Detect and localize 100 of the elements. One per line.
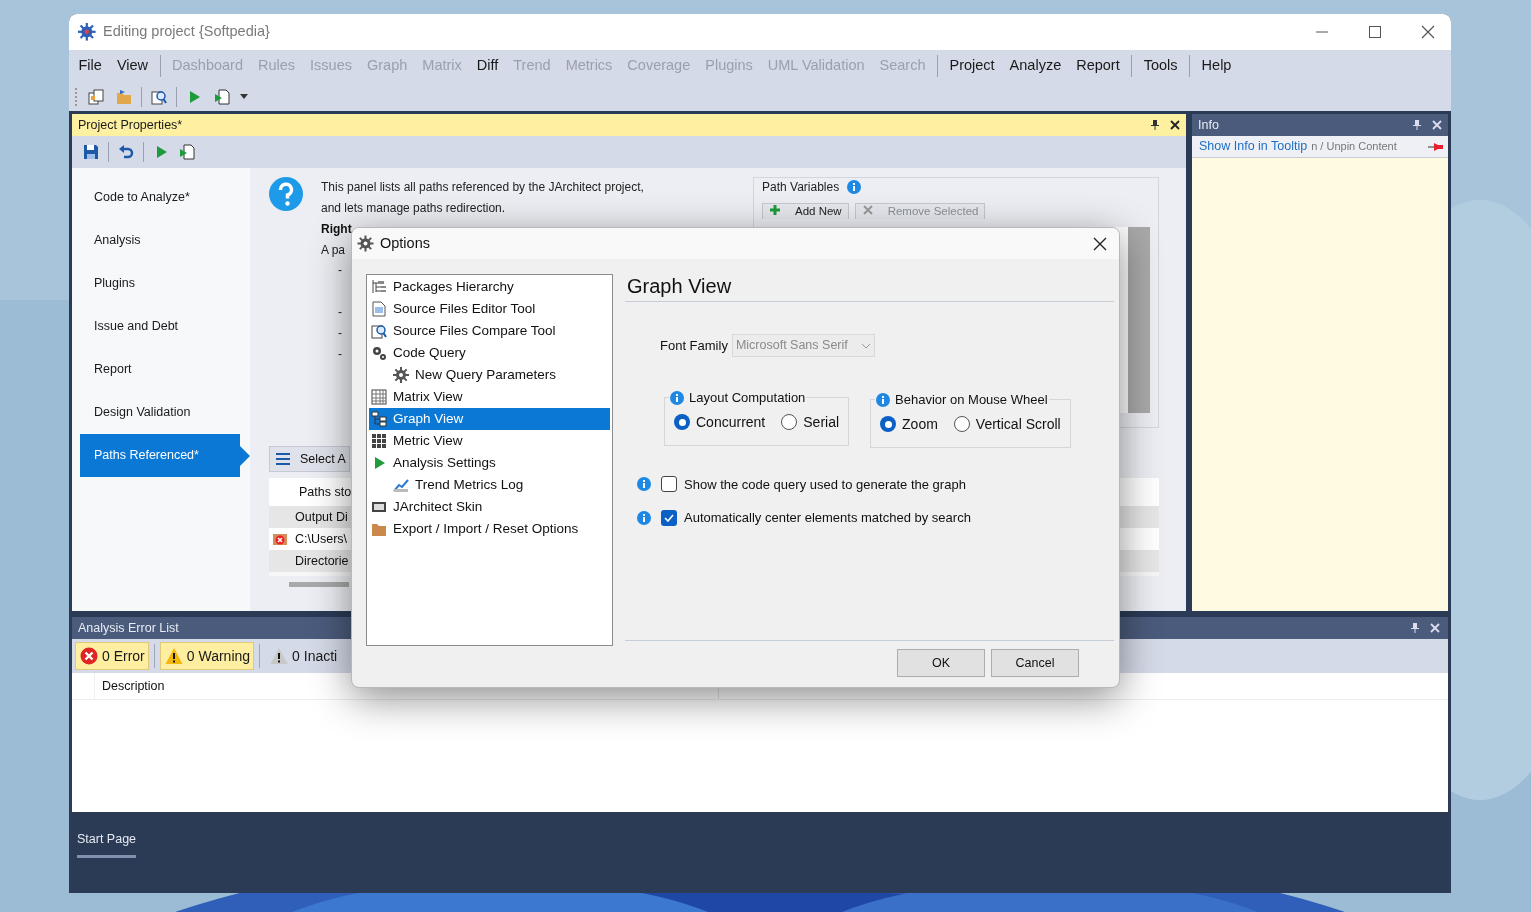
group-row-label: Directorie [295,552,349,570]
menu-item[interactable]: Report [1068,55,1128,77]
gear-icon [393,367,409,383]
checkbox-option[interactable]: Automatically center elements matched by search [661,508,971,528]
dialog-button[interactable]: Cancel [991,649,1079,677]
save-icon[interactable] [82,143,100,161]
pin-icon[interactable] [1410,623,1420,633]
remove-icon [861,204,874,216]
tree-item[interactable]: Analysis Settings [369,452,610,474]
group-title: Behavior on Mouse Wheel [895,391,1048,409]
checkbox[interactable] [661,509,677,526]
chevron-icon [860,342,871,349]
tree-item[interactable]: Trend Metrics Log [369,474,610,496]
checkbox[interactable] [661,476,677,493]
panel-heading: Graph View [627,274,732,298]
description-text: and lets manage paths redirection. [321,200,507,217]
menu-item[interactable]: Tools [1136,55,1186,77]
nav-item[interactable]: Analysis [72,219,250,262]
graph-icon [371,411,387,427]
nav-item[interactable]: Report [72,348,250,391]
info-icon [876,392,891,407]
panel-title: Analysis Error List [78,619,180,637]
radio-option[interactable]: Zoom [880,413,938,435]
nav-item[interactable]: Paths Referenced* [80,434,240,477]
tree-item[interactable]: JArchitect Skin [369,496,610,518]
add-icon [769,204,781,216]
filter-button[interactable]: 0 Error [75,642,149,670]
gears-icon [371,345,387,361]
app-gear-icon [78,23,96,41]
menu-item[interactable]: View [109,55,156,77]
radio-option[interactable]: Vertical Scroll [953,413,1061,435]
tree-item[interactable]: Metric View [369,430,610,452]
close-icon[interactable] [1170,120,1180,130]
list-dash: - [337,325,342,342]
info-icon [847,180,862,194]
magnifier-icon [371,323,387,339]
window-icon [371,499,387,515]
filter-button[interactable]: 0 Inacti [265,642,342,670]
description-text: A pa [321,242,346,259]
radio-option[interactable]: Concurrent [674,411,766,433]
warning-icon [164,647,183,665]
pushpin-icon[interactable] [1428,140,1444,153]
tree-item[interactable]: Source Files Compare Tool [369,320,610,342]
info-icon [637,510,651,525]
close-icon[interactable] [1093,236,1107,251]
menu-item[interactable]: Analyze [1002,55,1069,77]
scrollbar[interactable] [289,582,349,587]
check-icon [664,513,674,522]
instruction-text: Right [321,221,352,238]
document-tab[interactable]: Start Page [77,830,137,858]
path-cell-text: C:\Users\ [295,530,348,548]
document-icon [371,301,387,317]
tree-icon [371,279,387,295]
scrollbar[interactable] [1128,227,1150,413]
error-folder-icon [272,531,288,547]
menu-item[interactable]: Help [1194,55,1239,77]
grid-icon [371,433,387,449]
toolbar-button[interactable]: Add New [762,203,849,219]
pin-icon[interactable] [1150,120,1160,130]
list-dash: - [337,346,342,363]
panel-title: Project Properties* [78,116,184,134]
tooltip-link[interactable]: Show Info in Tooltip [1199,137,1308,156]
tree-item[interactable]: Matrix View [369,386,610,408]
info-icon [670,390,684,405]
group-title: Layout Computation [689,389,806,407]
list-dash: - [337,304,342,321]
menu-item[interactable]: Project [941,55,1003,77]
tree-item[interactable]: Export / Import / Reset Options [369,518,610,540]
tree-item[interactable]: Packages Hierarchy [369,276,610,298]
radio-button[interactable] [674,414,690,430]
dialog-button[interactable]: OK [897,649,985,677]
radio-button[interactable] [880,416,897,432]
field-label: Font Family [660,336,728,355]
description-text: This panel lists all paths referenced by the JArchitect project, [321,179,645,196]
error-icon [80,647,98,665]
checkbox-option[interactable]: Show the code query used to generate the graph [661,474,966,494]
tree-item[interactable]: Graph View [369,408,610,430]
menu-item[interactable]: File [71,55,110,77]
tree-item[interactable]: Code Query [369,342,610,364]
menu-icon [276,453,290,465]
tree-item[interactable]: New Query Parameters [369,364,610,386]
menu-item[interactable]: Diff [469,55,506,77]
radio-option[interactable]: Serial [781,411,840,433]
radio-button[interactable] [781,414,798,430]
export-icon[interactable] [178,143,196,161]
hint-text: n / Unpin Content [1311,139,1398,155]
radio-button[interactable] [953,416,970,432]
select-button[interactable]: Select A [269,446,350,472]
tree-item[interactable]: Source Files Editor Tool [369,298,610,320]
list-dash: - [337,262,342,279]
nav-item[interactable]: Code to Analyze* [72,176,250,219]
info-icon [637,477,651,492]
undo-icon[interactable] [117,143,135,161]
group-row-label: Output Di [295,508,348,526]
column-header: Description [102,677,165,695]
nav-item[interactable]: Issue and Debt [72,305,250,348]
nav-item[interactable]: Design Validation [72,391,250,434]
pin-icon[interactable] [1412,120,1422,130]
filter-button[interactable]: 0 Warning [159,642,255,670]
nav-item[interactable]: Plugins [72,262,250,305]
